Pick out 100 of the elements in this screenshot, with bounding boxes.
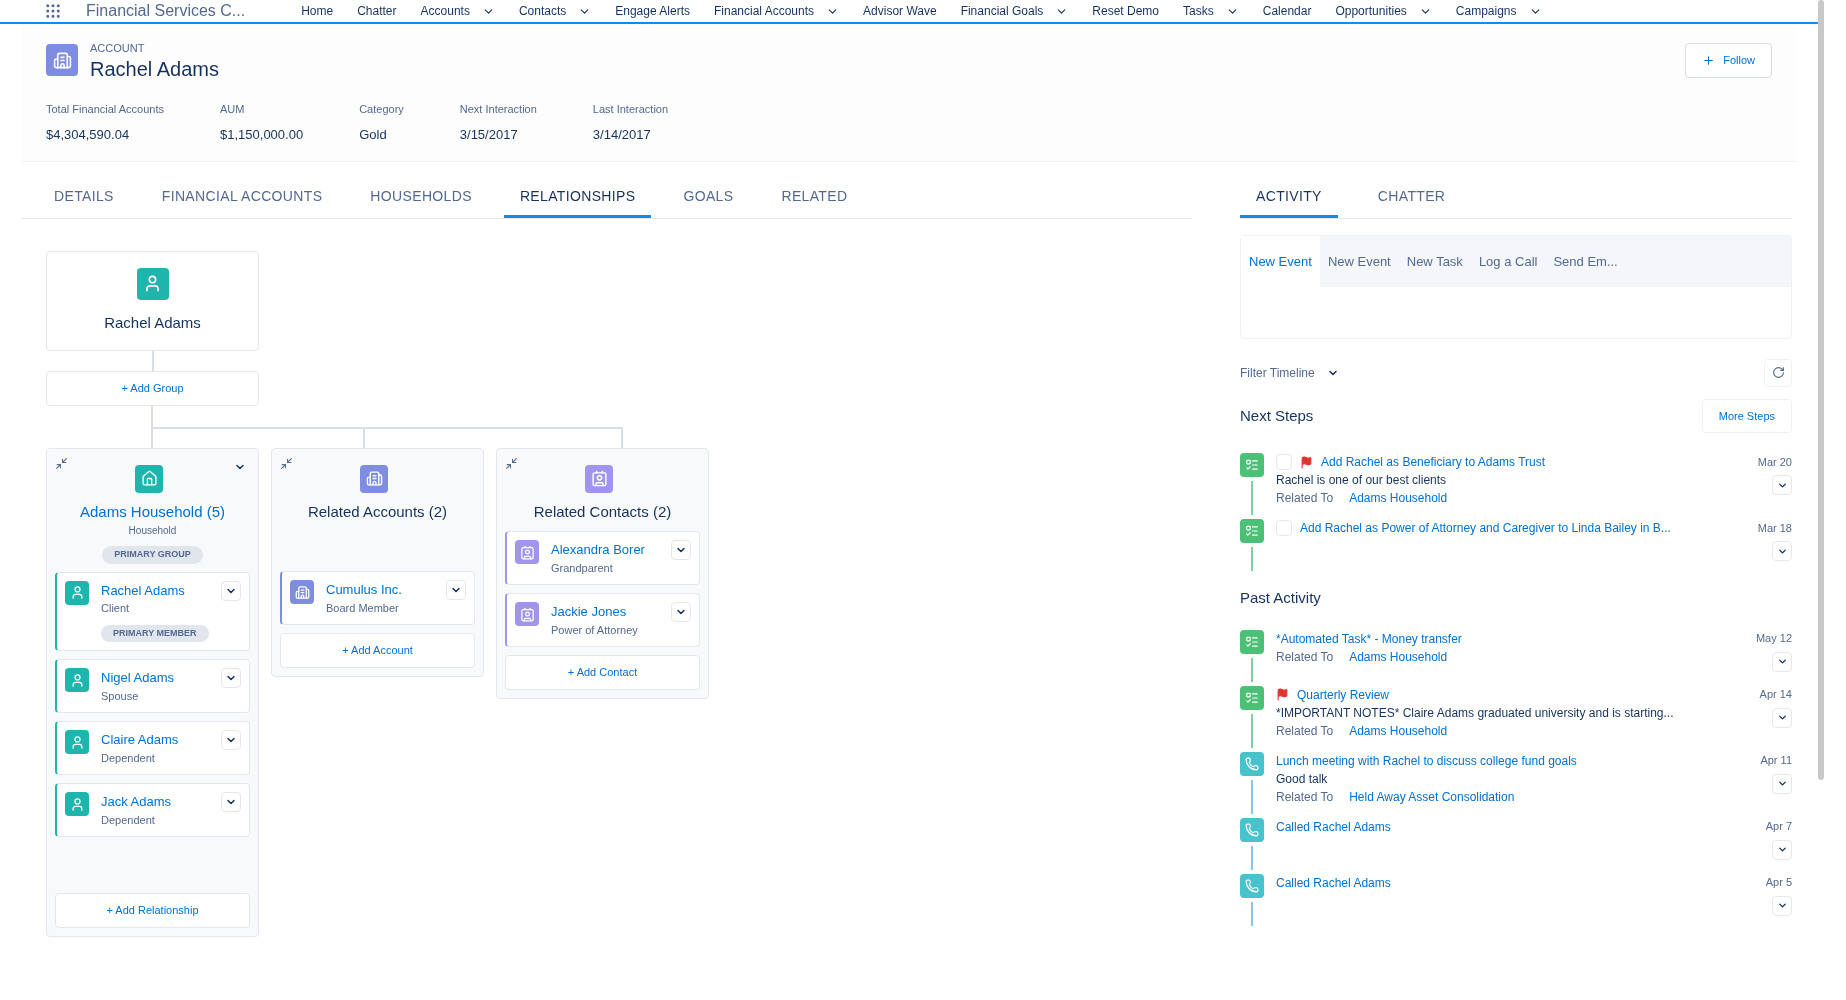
member-name[interactable]: Claire Adams [101,730,209,750]
member-card[interactable]: Rachel Adams Client PRIMARY MEMBER [55,571,250,651]
collapse-icon[interactable] [505,456,518,470]
activity-tab[interactable]: CHATTER [1361,185,1462,218]
composer-tab[interactable]: New Event [1241,235,1320,287]
dropdown-button[interactable] [671,540,691,560]
nav-item[interactable]: Campaigns [1455,2,1542,20]
field-label: Next Interaction [459,101,537,117]
dropdown-button[interactable] [1772,773,1792,794]
related-link[interactable]: Held Away Asset Consolidation [1349,787,1515,806]
activity-title[interactable]: Quarterly Review [1297,685,1752,704]
related-link[interactable]: Adams Household [1349,647,1448,666]
dropdown-button[interactable] [1772,651,1792,672]
task-icon [1240,685,1264,710]
dropdown-button[interactable] [221,668,241,688]
record-tab[interactable]: RELATED [765,185,864,218]
activity-description: Good talk [1276,770,1329,788]
member-card[interactable]: Jackie Jones Power of Attorney [505,593,700,647]
activity-date: Mar 18 [1757,520,1792,536]
nav-item[interactable]: Accounts [420,2,495,20]
composer-tab[interactable]: Send Em... [1545,235,1626,287]
member-card[interactable]: Cumulus Inc. Board Member [280,571,475,625]
add-button[interactable]: + Add Account [280,633,475,668]
record-tab[interactable]: HOUSEHOLDS [354,185,488,218]
activity-title[interactable]: Add Rachel as Power of Attorney and Caregiver to Linda Bailey in B... [1300,519,1750,537]
member-card[interactable]: Alexandra Borer Grandparent [505,531,700,585]
related-label: Related To [1276,722,1334,740]
composer-tab[interactable]: New Task [1398,235,1471,287]
nav-item[interactable]: Advisor Wave [863,2,937,20]
nav-item[interactable]: Reset Demo [1092,2,1160,20]
activity-title[interactable]: Lunch meeting with Rachel to discuss college fund goals [1276,751,1753,770]
activity-title[interactable]: Called Rachel Adams [1276,817,1758,836]
activity-title[interactable]: Called Rachel Adams [1276,873,1758,892]
dropdown-button[interactable] [1772,707,1792,728]
field-value: $1,150,000.00 [220,126,304,144]
member-card[interactable]: Claire Adams Dependent [55,721,250,775]
dropdown-button[interactable] [671,602,691,622]
group-icon [360,464,388,493]
dropdown-button[interactable] [446,580,466,600]
nav-item[interactable]: Home [301,2,334,20]
checkbox[interactable] [1276,454,1292,470]
record-title: Rachel Adams [90,56,219,81]
dropdown-button[interactable] [1772,475,1792,495]
member-name[interactable]: Alexandra Borer [551,540,659,560]
record-tab[interactable]: DETAILS [38,185,130,218]
member-name[interactable]: Cumulus Inc. [326,580,434,600]
checkbox[interactable] [1276,520,1292,536]
dropdown-button[interactable] [221,730,241,750]
dropdown-button[interactable] [221,580,241,601]
refresh-button[interactable] [1764,358,1792,387]
collapse-icon[interactable] [280,456,293,470]
composer-tab[interactable]: New Event [1319,235,1399,287]
scrollbar[interactable] [1818,0,1824,780]
nav-item[interactable]: Engage Alerts [615,2,690,20]
more-steps-button[interactable]: More Steps [1701,398,1792,433]
app-launcher-icon[interactable] [44,2,62,20]
dropdown-button[interactable] [1772,839,1792,860]
phone-icon [1240,873,1264,898]
related-link[interactable]: Adams Household [1349,721,1448,740]
activity-tab[interactable]: ACTIVITY [1240,185,1338,218]
add-button[interactable]: + Add Relationship [55,893,250,928]
app-name: Financial Services C... [86,1,247,21]
filter-dropdown[interactable]: Filter Timeline [1240,363,1339,382]
field-value: Gold [359,126,388,144]
nav-item[interactable]: Calendar [1262,2,1312,20]
group-title[interactable]: Adams Household (5) [79,500,226,523]
member-name[interactable]: Jackie Jones [551,602,659,622]
object-type: ACCOUNT [90,41,146,56]
dropdown-button[interactable] [1772,541,1792,561]
member-name[interactable]: Jack Adams [101,792,209,812]
nav-item[interactable]: Contacts [518,2,592,20]
group-icon [135,464,163,493]
add-button[interactable]: + Add Contact [505,655,700,690]
record-tab[interactable]: FINANCIAL ACCOUNTS [145,185,339,218]
add-group-button[interactable]: + Add Group [46,371,259,406]
activity-title[interactable]: Add Rachel as Beneficiary to Adams Trust [1321,453,1750,471]
member-card[interactable]: Jack Adams Dependent [55,783,250,837]
dropdown-button[interactable] [1772,895,1792,916]
follow-button[interactable]: Follow [1685,43,1772,78]
record-tab[interactable]: RELATIONSHIPS [503,185,652,218]
activity-description: Rachel is one of our best clients [1276,472,1448,489]
nav-item[interactable]: Financial Accounts [714,2,840,20]
member-role: Board Member [326,600,400,616]
member-card[interactable]: Nigel Adams Spouse [55,659,250,713]
nav-item[interactable]: Opportunities [1335,2,1432,20]
activity-title[interactable]: *Automated Task* - Money transfer [1276,629,1748,648]
collapse-icon[interactable] [55,456,68,470]
nav-item[interactable]: Chatter [357,2,397,20]
related-link[interactable]: Adams Household [1349,489,1448,507]
member-name[interactable]: Rachel Adams [101,580,209,600]
activity-date: Apr 7 [1765,819,1792,835]
member-role: Dependent [101,812,156,828]
member-name[interactable]: Nigel Adams [101,668,209,688]
composer-tab[interactable]: Log a Call [1470,235,1546,287]
root-name: Rachel Adams [104,312,201,333]
nav-item[interactable]: Tasks [1183,2,1239,20]
nav-item[interactable]: Financial Goals [960,2,1069,20]
member-role: Dependent [101,750,156,766]
dropdown-button[interactable] [221,792,241,812]
record-tab[interactable]: GOALS [667,185,750,218]
